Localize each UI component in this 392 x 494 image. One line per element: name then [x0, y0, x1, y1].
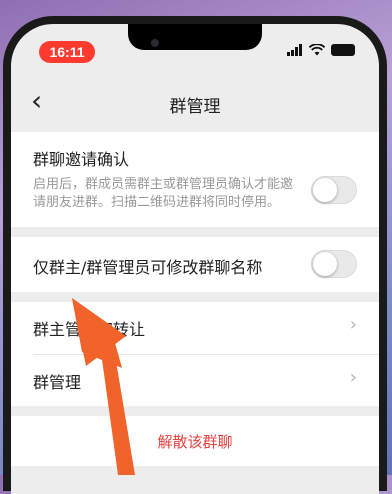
transfer-owner-row[interactable]: 群主管理权转让 ›	[11, 302, 379, 354]
phone-frame: 16:11 ‹ 群管理 群聊邀请确认 启用后，群成员需群主或群管理员确认才能邀请…	[3, 16, 387, 494]
only-admin-rename-toggle[interactable]	[311, 250, 357, 278]
navigation-bar: ‹ 群管理	[11, 82, 379, 122]
battery-icon	[331, 44, 355, 56]
notch	[128, 24, 262, 50]
invite-confirm-title: 群聊邀请确认	[33, 150, 130, 169]
toggle-knob	[313, 252, 337, 276]
group-admins-title: 群管理	[33, 373, 82, 392]
status-time: 16:11	[39, 41, 95, 63]
chevron-right-icon: ›	[349, 367, 357, 388]
only-admin-rename-row: 仅群主/群管理员可修改群聊名称	[11, 237, 379, 292]
page-title: 群管理	[169, 97, 221, 117]
chevron-right-icon: ›	[349, 314, 357, 335]
only-admin-rename-title: 仅群主/群管理员可修改群聊名称	[33, 258, 263, 277]
screen: 16:11 ‹ 群管理 群聊邀请确认 启用后，群成员需群主或群管理员确认才能邀请…	[11, 24, 379, 494]
invite-confirm-description: 启用后，群成员需群主或群管理员确认才能邀请朋友进群。扫描二维码进群将同时停用。	[33, 177, 294, 210]
dissolve-group-button[interactable]: 解散该群聊	[11, 431, 379, 452]
admin-settings-group: 群主管理权转让 › 群管理 ›	[11, 302, 379, 406]
group-admins-row[interactable]: 群管理 ›	[11, 355, 379, 406]
signal-icon	[287, 44, 303, 56]
status-icons	[287, 44, 355, 56]
toggle-knob	[313, 178, 337, 202]
invite-confirm-row: 群聊邀请确认 启用后，群成员需群主或群管理员确认才能邀请朋友进群。扫描二维码进群…	[11, 132, 379, 227]
camera-icon	[151, 39, 159, 47]
transfer-owner-title: 群主管理权转让	[33, 320, 146, 339]
invite-confirm-toggle[interactable]	[311, 176, 357, 204]
dissolve-group-row[interactable]: 解散该群聊	[11, 416, 379, 466]
wifi-icon	[309, 44, 325, 56]
